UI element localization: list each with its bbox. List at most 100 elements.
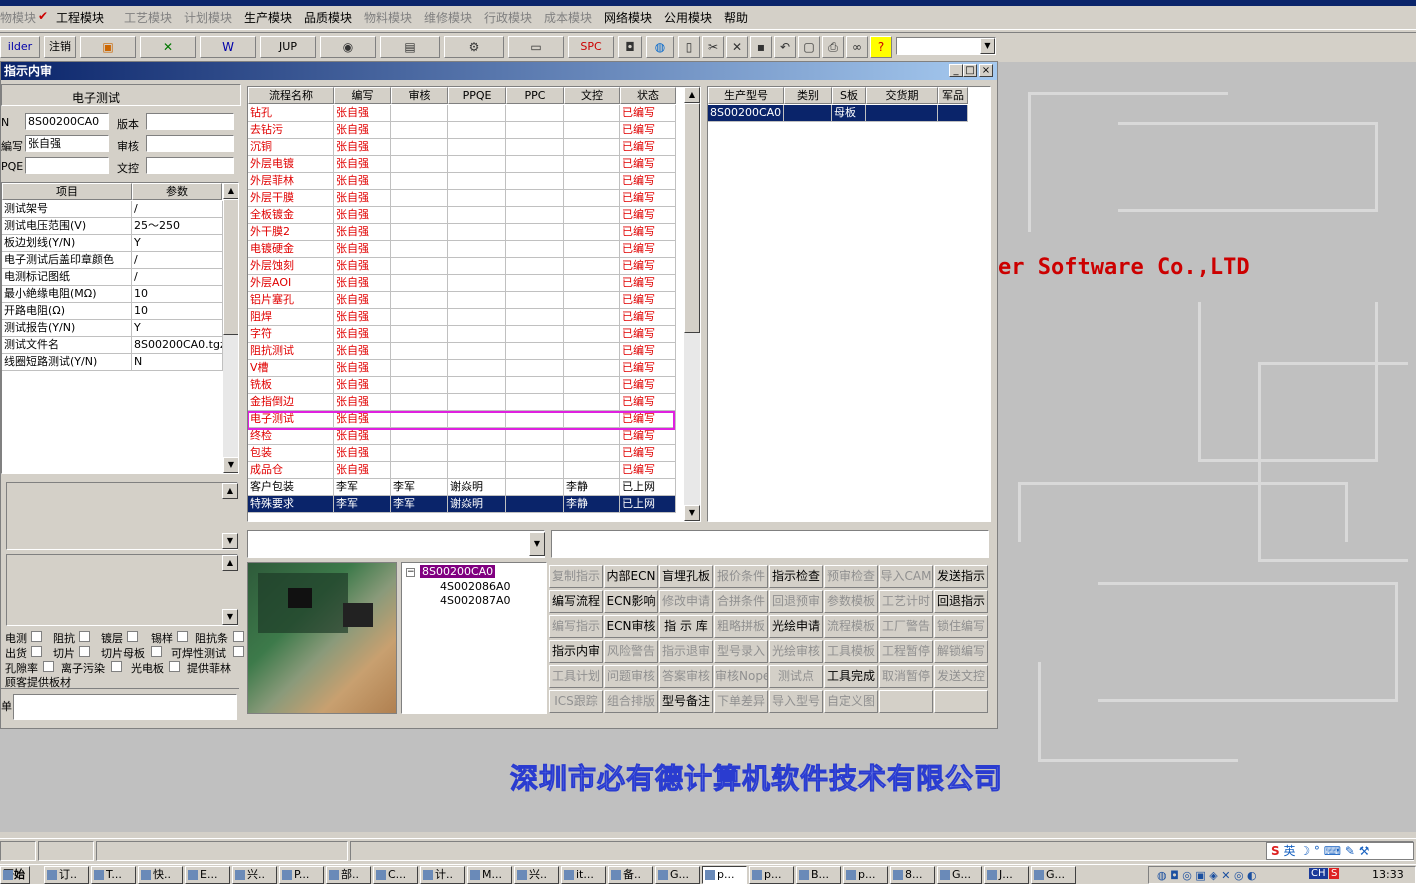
action-button[interactable]: 回退指示: [934, 590, 988, 613]
flow-cell[interactable]: 李静: [564, 479, 620, 496]
flow-cell[interactable]: [564, 156, 620, 173]
action-button[interactable]: 报价条件: [714, 565, 768, 588]
flow-cell[interactable]: [391, 207, 448, 224]
flow-cell[interactable]: [506, 445, 564, 462]
action-button[interactable]: 指示退审: [659, 640, 713, 663]
flow-cell[interactable]: 张自强: [334, 122, 391, 139]
checkbox[interactable]: [127, 631, 138, 642]
language-icon[interactable]: CH: [1309, 868, 1328, 879]
flow-cell[interactable]: [391, 258, 448, 275]
taskbar-item[interactable]: P...: [279, 866, 324, 884]
param-value[interactable]: 8S00200CA0.tgz: [132, 337, 223, 354]
flow-cell[interactable]: 张自强: [334, 360, 391, 377]
flow-cell[interactable]: [564, 258, 620, 275]
action-button[interactable]: 修改申请: [659, 590, 713, 613]
flow-cell[interactable]: [564, 428, 620, 445]
tree-child[interactable]: 4S002086A0: [440, 580, 511, 593]
flow-cell[interactable]: [564, 360, 620, 377]
flow-cell[interactable]: [564, 139, 620, 156]
checkbox[interactable]: [43, 661, 54, 672]
flow-cell[interactable]: [391, 275, 448, 292]
column-header[interactable]: S板: [832, 87, 866, 104]
taskbar-item[interactable]: p...: [843, 866, 888, 884]
flow-cell[interactable]: [391, 445, 448, 462]
scroll-thumb[interactable]: [223, 199, 238, 335]
column-header[interactable]: 审核: [391, 87, 448, 104]
flow-cell[interactable]: [391, 326, 448, 343]
menu-item[interactable]: 成本模块: [544, 9, 592, 26]
minimize-button[interactable]: _: [949, 64, 963, 77]
flow-cell[interactable]: 外干膜2: [248, 224, 334, 241]
flow-cell[interactable]: 谢焱明: [448, 479, 506, 496]
checkbox[interactable]: [169, 661, 180, 672]
flow-cell[interactable]: [564, 343, 620, 360]
param-value[interactable]: Y: [132, 320, 223, 337]
flow-cell[interactable]: [564, 190, 620, 207]
param-value[interactable]: /: [132, 269, 223, 286]
flow-cell[interactable]: [448, 105, 506, 122]
chevron-down-icon[interactable]: ▼: [980, 38, 995, 54]
action-button[interactable]: 编写指示: [549, 615, 603, 638]
column-header[interactable]: 流程名称: [248, 87, 334, 104]
action-button[interactable]: 型号备注: [659, 690, 713, 713]
eye-icon[interactable]: ◉: [320, 36, 376, 58]
action-button[interactable]: 导入CAM: [879, 565, 933, 588]
flow-cell[interactable]: 已编写: [620, 224, 676, 241]
flow-cell[interactable]: 外层蚀刻: [248, 258, 334, 275]
flow-cell[interactable]: [391, 377, 448, 394]
flow-cell[interactable]: 已编写: [620, 105, 676, 122]
flow-cell[interactable]: 字符: [248, 326, 334, 343]
save-icon[interactable]: ▪: [750, 36, 772, 58]
flow-cell[interactable]: [506, 292, 564, 309]
undo-icon[interactable]: ↶: [774, 36, 796, 58]
cut-icon[interactable]: ✂: [702, 36, 724, 58]
scroll-up-icon[interactable]: ▲: [684, 87, 700, 103]
flow-cell[interactable]: 张自强: [334, 326, 391, 343]
action-button[interactable]: 内部ECN: [604, 565, 658, 588]
flow-cell[interactable]: [391, 122, 448, 139]
flow-cell[interactable]: 谢焱明: [448, 496, 506, 513]
action-button[interactable]: 下单差异: [714, 690, 768, 713]
computer-icon[interactable]: ▭: [508, 36, 564, 58]
new-file-icon[interactable]: ▯: [678, 36, 700, 58]
tree-child[interactable]: 4S002087A0: [440, 594, 511, 607]
taskbar-item[interactable]: 订..: [44, 866, 89, 884]
action-button[interactable]: 工艺计时: [879, 590, 933, 613]
flow-cell[interactable]: [448, 224, 506, 241]
flow-cell[interactable]: 阻焊: [248, 309, 334, 326]
chevron-down-icon[interactable]: ▼: [529, 532, 545, 556]
flow-cell[interactable]: 特殊要求: [248, 496, 334, 513]
spc-button[interactable]: SPC: [568, 36, 614, 58]
scroll-up-icon[interactable]: ▲: [223, 183, 238, 199]
flow-cell[interactable]: 铝片塞孔: [248, 292, 334, 309]
checkbox[interactable]: [31, 646, 42, 657]
model-cell[interactable]: [938, 105, 968, 122]
flow-cell[interactable]: 张自强: [334, 445, 391, 462]
menu-item[interactable]: 计划模块: [184, 9, 232, 26]
flow-cell[interactable]: [564, 462, 620, 479]
menu-item[interactable]: 品质模块: [304, 9, 352, 26]
action-button[interactable]: 流程模板: [824, 615, 878, 638]
flow-cell[interactable]: [506, 190, 564, 207]
builder-button[interactable]: ilder: [0, 36, 40, 58]
flow-cell[interactable]: 张自强: [334, 156, 391, 173]
flow-cell[interactable]: 张自强: [334, 462, 391, 479]
column-header[interactable]: 交货期: [866, 87, 938, 104]
checkbox[interactable]: [151, 646, 162, 657]
flow-cell[interactable]: [506, 326, 564, 343]
report-icon[interactable]: ▣: [80, 36, 136, 58]
flow-cell[interactable]: 已编写: [620, 377, 676, 394]
ime-lang[interactable]: 英: [1283, 844, 1295, 858]
flow-cell[interactable]: V槽: [248, 360, 334, 377]
flow-cell[interactable]: [506, 207, 564, 224]
flow-cell[interactable]: [391, 156, 448, 173]
flow-cell[interactable]: [506, 309, 564, 326]
flow-cell[interactable]: 终检: [248, 428, 334, 445]
taskbar-item[interactable]: p...: [702, 866, 747, 884]
flow-cell[interactable]: 包装: [248, 445, 334, 462]
flow-cell[interactable]: [391, 360, 448, 377]
checkbox[interactable]: [79, 631, 90, 642]
flow-cell[interactable]: [391, 394, 448, 411]
flow-cell[interactable]: 张自强: [334, 207, 391, 224]
camera-icon[interactable]: ◘: [618, 36, 642, 58]
